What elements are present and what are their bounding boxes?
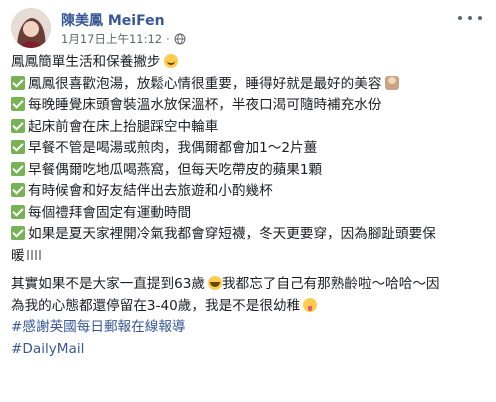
- closing-line: 為我的心態都還停留在3-40歲，我是不是很幼稚: [11, 296, 489, 318]
- list-item-text: 起床前會在床上抬腿踩空中輪車: [28, 118, 219, 135]
- closing-text: 為我的心態都還停留在3-40歲，我是不是很幼稚: [11, 297, 301, 314]
- list-item-text: 鳳鳳很喜歡泡湯，放鬆心情很重要，睡得好就是最好的美容: [28, 75, 382, 92]
- author-name[interactable]: 陳美鳳 MeiFen: [61, 10, 165, 30]
- menu-dot: [458, 16, 462, 20]
- list-item: 每個禮拜會固定有運動時間: [11, 203, 489, 225]
- list-item-text: 暖: [11, 247, 25, 264]
- globe-icon[interactable]: [174, 33, 186, 45]
- list-item: 起床前會在床上抬腿踩空中輪車: [11, 117, 489, 139]
- list-item-text: 每晚睡覺床頭會裝溫水放保溫杯，半夜口渴可隨時補充水份: [28, 97, 382, 113]
- hashtag-line: #感謝英國每日郵報在線報導: [11, 317, 489, 339]
- menu-dot: [478, 16, 482, 20]
- list-item: 有時候會和好友結伴出去旅遊和小酌幾杯: [11, 181, 489, 203]
- woman-person-icon: [385, 75, 400, 90]
- list-item-text: 有時候會和好友結伴出去旅遊和小酌幾杯: [28, 183, 273, 199]
- closing-line: 其實如果不是大家一直提到63歲 我都忘了自己有那熟齡啦～哈哈～因: [11, 274, 489, 296]
- meta-separator: ·: [166, 32, 170, 46]
- more-dots-icon[interactable]: [458, 12, 482, 24]
- facebook-post: 陳美鳳 MeiFen 1月17日上午11:12 · 鳳鳳簡單生活和保養撇步 鳳鳳…: [0, 0, 496, 402]
- post-timestamp[interactable]: 1月17日上午11:12: [61, 31, 162, 47]
- list-item: 早餐不管是喝湯或煎肉，我偶爾都會加1～2片薑: [11, 138, 489, 160]
- checkmark-icon: [11, 118, 25, 133]
- list-item: 鳳鳳很喜歡泡湯，放鬆心情很重要，睡得好就是最好的美容: [11, 74, 489, 96]
- list-item-text: 如果是夏天家裡開冷氣我都會穿短襪，冬天更要穿，因為腳趾頭要保: [28, 226, 436, 242]
- checkmark-icon: [11, 161, 25, 176]
- list-item-text: 每個禮拜會固定有運動時間: [28, 204, 192, 221]
- hashtag-line: #DailyMail: [11, 339, 489, 361]
- checkmark-icon: [11, 204, 25, 219]
- checkmark-icon: [11, 183, 25, 197]
- menu-dot: [468, 16, 472, 20]
- avatar-photo-icon: [11, 8, 51, 48]
- post-body: 鳳鳳簡單生活和保養撇步 鳳鳳很喜歡泡湯，放鬆心情很重要，睡得好就是最好的美容 每…: [11, 52, 489, 360]
- closing-text: 其實如果不是大家一直提到63歲: [11, 276, 206, 292]
- hashtag-link[interactable]: #DailyMail: [11, 341, 84, 357]
- checkmark-icon: [11, 226, 25, 240]
- post-meta: 1月17日上午11:12 ·: [61, 31, 186, 47]
- closing-text: 我都忘了自己有那熟齡啦～哈哈～因: [222, 276, 440, 292]
- checkmark-icon: [11, 75, 25, 90]
- post-intro-line: 鳳鳳簡單生活和保養撇步: [11, 52, 489, 74]
- list-item: 如果是夏天家裡開冷氣我都會穿短襪，冬天更要穿，因為腳趾頭要保: [11, 224, 489, 246]
- list-item-text: 早餐偶爾吃地瓜喝燕窩，但每天吃帶皮的蘋果1顆: [28, 161, 323, 178]
- checkmark-icon: [11, 97, 25, 111]
- list-item-continued: 暖: [11, 246, 489, 268]
- checkmark-icon: [11, 140, 25, 154]
- hashtag-link[interactable]: #感謝英國每日郵報在線報導: [11, 319, 186, 335]
- list-item-text: 早餐不管是喝湯或煎肉，我偶爾都會加1～2片薑: [28, 140, 318, 156]
- small-emoji-icon: [26, 249, 41, 260]
- laughing-face-icon: [208, 276, 223, 290]
- tongue-face-icon: [303, 297, 318, 312]
- list-item: 每晚睡覺床頭會裝溫水放保溫杯，半夜口渴可隨時補充水份: [11, 95, 489, 117]
- post-intro: 鳳鳳簡單生活和保養撇步: [11, 54, 161, 70]
- list-item: 早餐偶爾吃地瓜喝燕窩，但每天吃帶皮的蘋果1顆: [11, 160, 489, 182]
- grinning-face-icon: [163, 54, 178, 68]
- author-avatar[interactable]: [11, 8, 51, 48]
